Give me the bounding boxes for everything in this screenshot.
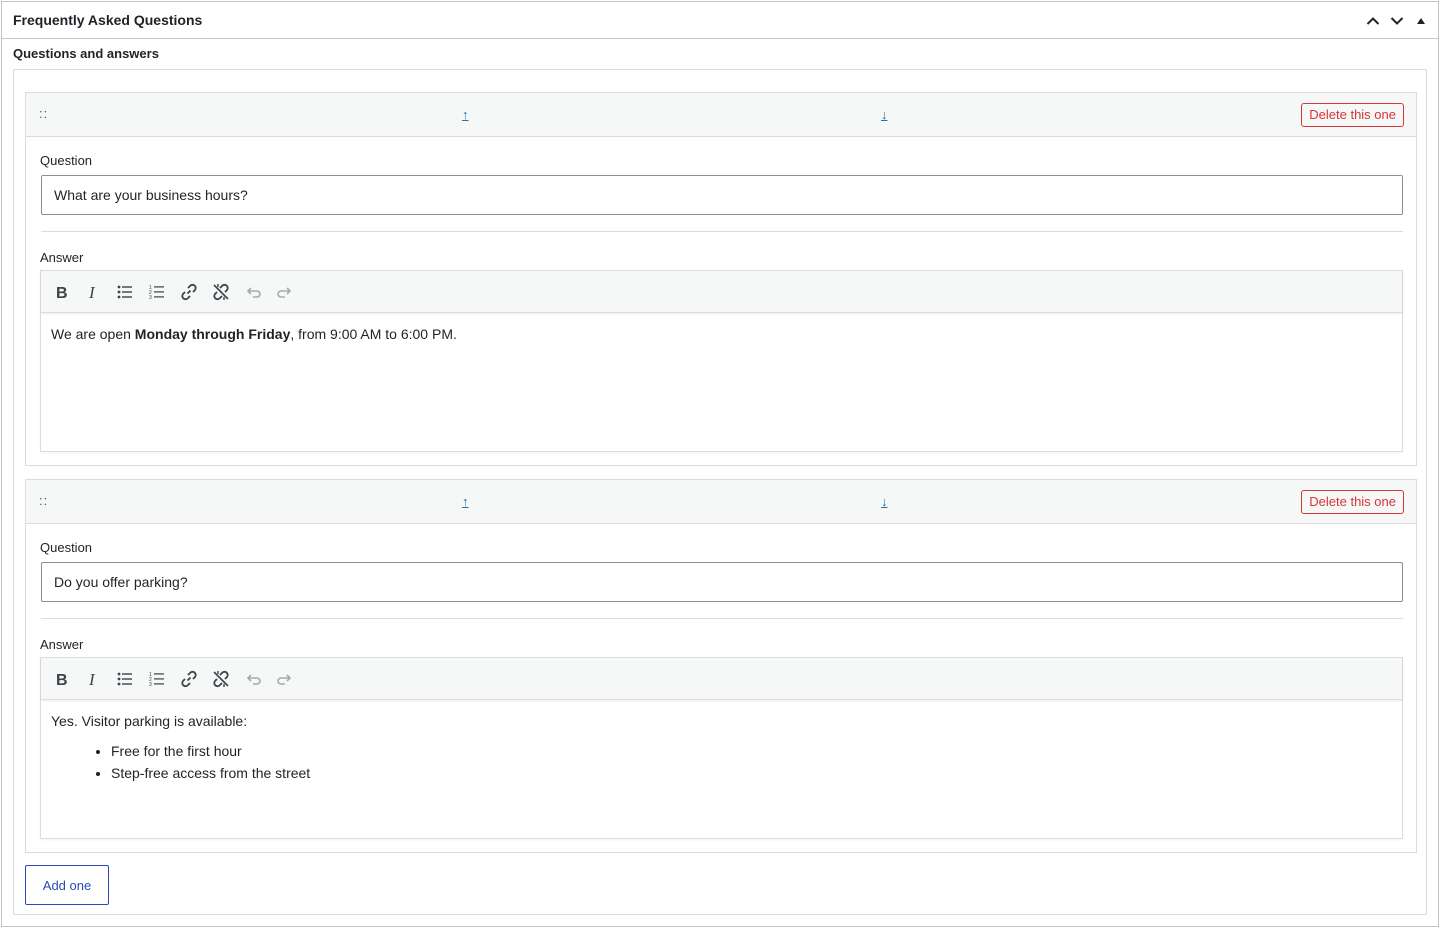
faq-item: :: ↑ ↓ Delete this one Question Answer B…	[25, 479, 1417, 853]
item-toolbar: :: ↑ ↓ Delete this one	[26, 480, 1416, 524]
add-item-button[interactable]: Add one	[25, 865, 109, 905]
unlink-icon[interactable]	[205, 664, 237, 694]
answer-editor: B I 123 We are open Monday through Frida…	[40, 270, 1403, 452]
move-item-down-link[interactable]: ↓	[881, 107, 888, 122]
question-label: Question	[40, 153, 93, 168]
editor-toolbar: B I 123	[41, 271, 1402, 313]
answer-text: We are open	[51, 326, 135, 342]
delete-item-button[interactable]: Delete this one	[1301, 490, 1404, 514]
answer-editor: B I 123 Yes. Visitor parking is availabl…	[40, 657, 1403, 839]
divider	[41, 231, 1403, 232]
list-item: Free for the first hour	[111, 740, 1392, 762]
svg-text:B: B	[56, 285, 68, 301]
answer-text: Yes. Visitor parking is available:	[51, 713, 248, 729]
undo-icon[interactable]	[237, 664, 269, 694]
link-icon[interactable]	[173, 277, 205, 307]
svg-text:B: B	[56, 672, 68, 688]
answer-label: Answer	[40, 250, 84, 265]
metabox-controls	[1362, 11, 1432, 31]
unlink-icon[interactable]	[205, 277, 237, 307]
field-label: Questions and answers	[13, 46, 159, 61]
move-up-chevron-icon[interactable]	[1362, 11, 1384, 31]
faq-item: :: ↑ ↓ Delete this one Question Answer B…	[25, 92, 1417, 466]
answer-content[interactable]: We are open Monday through Friday, from …	[41, 313, 1402, 355]
bullet-list-icon[interactable]	[109, 277, 141, 307]
italic-icon[interactable]: I	[77, 664, 109, 694]
svg-text:3: 3	[149, 682, 152, 688]
metabox-title: Frequently Asked Questions	[13, 12, 203, 28]
divider	[41, 618, 1403, 619]
list-item: Step-free access from the street	[111, 762, 1392, 784]
drag-handle-icon[interactable]: ::	[39, 493, 48, 508]
question-input[interactable]	[41, 562, 1403, 602]
answer-bold-text: Monday through Friday	[134, 326, 291, 342]
metabox-body: Questions and answers :: ↑ ↓ Delete this…	[13, 46, 1427, 915]
redo-icon[interactable]	[269, 664, 301, 694]
answer-label: Answer	[40, 637, 84, 652]
undo-icon[interactable]	[237, 277, 269, 307]
move-item-up-link[interactable]: ↑	[462, 494, 469, 509]
faq-metabox: Frequently Asked Questions Questions and…	[1, 1, 1439, 927]
question-label: Question	[40, 540, 93, 555]
item-toolbar: :: ↑ ↓ Delete this one	[26, 93, 1416, 137]
link-icon[interactable]	[173, 664, 205, 694]
metabox-header: Frequently Asked Questions	[2, 2, 1438, 39]
redo-icon[interactable]	[269, 277, 301, 307]
svg-text:3: 3	[149, 295, 152, 301]
numbered-list-icon[interactable]: 123	[141, 664, 173, 694]
answer-content[interactable]: Yes. Visitor parking is available: Free …	[41, 700, 1402, 795]
svg-text:I: I	[88, 670, 96, 688]
answer-bullet-list: Free for the first hour Step-free access…	[51, 740, 1392, 784]
question-input[interactable]	[41, 175, 1403, 215]
answer-text: , from 9:00 AM to 6:00 PM.	[290, 326, 457, 342]
svg-text:I: I	[88, 283, 96, 301]
move-item-down-link[interactable]: ↓	[881, 494, 888, 509]
move-item-up-link[interactable]: ↑	[462, 107, 469, 122]
numbered-list-icon[interactable]: 123	[141, 277, 173, 307]
collapse-triangle-icon[interactable]	[1410, 11, 1432, 31]
delete-item-button[interactable]: Delete this one	[1301, 103, 1404, 127]
faq-repeater: :: ↑ ↓ Delete this one Question Answer B…	[13, 69, 1427, 915]
editor-toolbar: B I 123	[41, 658, 1402, 700]
bold-icon[interactable]: B	[45, 664, 77, 694]
italic-icon[interactable]: I	[77, 277, 109, 307]
bullet-list-icon[interactable]	[109, 664, 141, 694]
bold-icon[interactable]: B	[45, 277, 77, 307]
drag-handle-icon[interactable]: ::	[39, 106, 48, 121]
move-down-chevron-icon[interactable]	[1386, 11, 1408, 31]
